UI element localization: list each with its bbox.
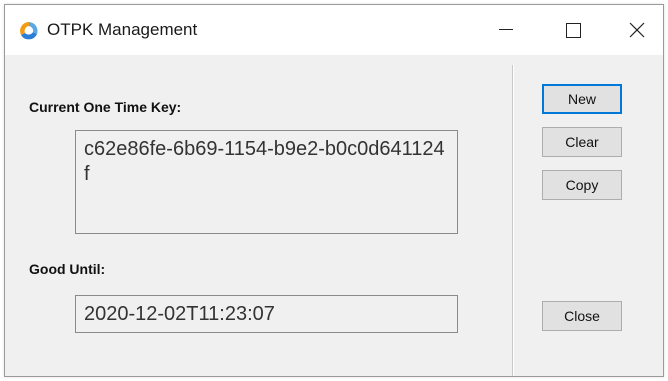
close-icon [629,22,645,38]
otpk-management-window: OTPK Management Current One Time Key: c6… [4,4,664,377]
close-button[interactable]: Close [542,301,622,331]
maximize-icon [565,22,581,38]
client-area: Current One Time Key: c62e86fe-6b69-1154… [5,55,663,376]
minimize-icon [499,29,513,31]
app-logo-icon [19,21,39,41]
title-bar[interactable]: OTPK Management [5,5,663,55]
good-until-field[interactable]: 2020-12-02T11:23:07 [75,295,458,333]
maximize-button[interactable] [542,5,604,55]
minimize-button[interactable] [475,5,537,55]
new-button[interactable]: New [542,84,622,114]
window-close-button[interactable] [609,5,663,55]
vertical-divider [512,65,514,376]
clear-button[interactable]: Clear [542,127,622,157]
window-title: OTPK Management [47,20,198,39]
current-key-label: Current One Time Key: [29,99,182,115]
current-key-field[interactable]: c62e86fe-6b69-1154-b9e2-b0c0d641124f [75,130,458,234]
copy-button[interactable]: Copy [542,170,622,200]
good-until-label: Good Until: [29,261,106,277]
